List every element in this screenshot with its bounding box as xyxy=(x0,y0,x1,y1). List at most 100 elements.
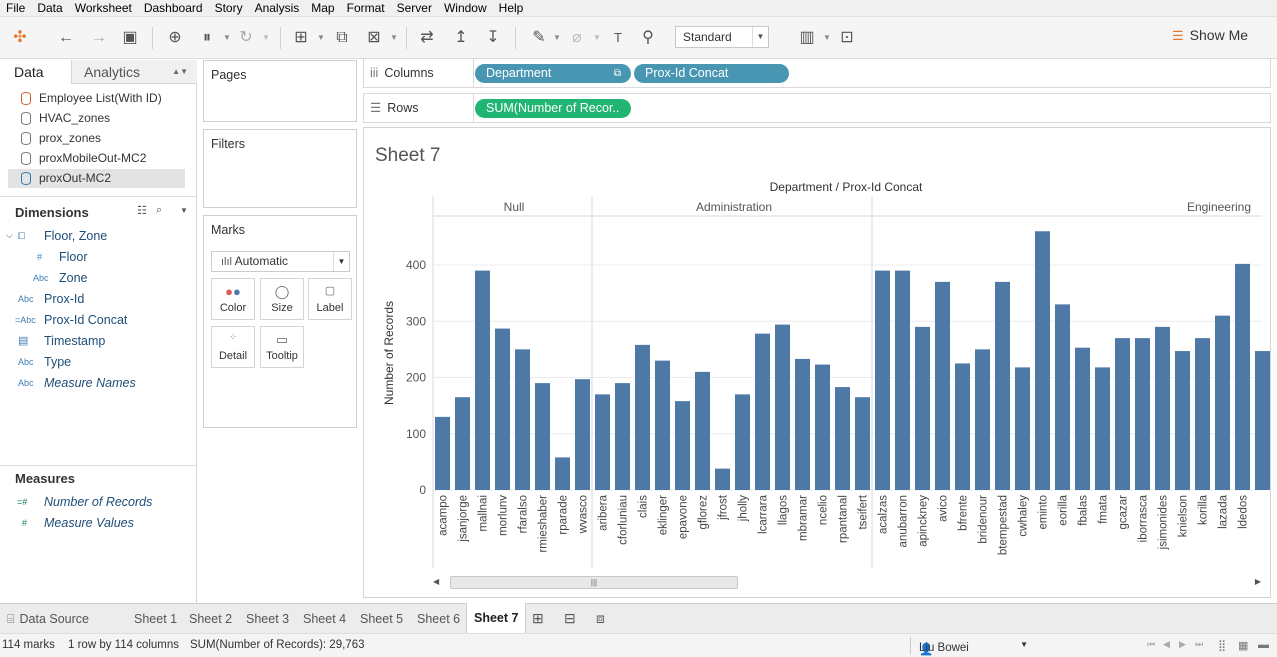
chevron-down-icon[interactable]: ▼ xyxy=(390,27,398,49)
new-worksheet-icon[interactable]: ⊞ xyxy=(290,27,312,49)
presentation-icon[interactable]: ⊡ xyxy=(836,27,858,49)
datasource-item[interactable]: HVAC_zones xyxy=(8,109,185,128)
menu-window[interactable]: Window xyxy=(438,1,493,15)
duplicate-sheet-icon[interactable]: ⧉ xyxy=(331,27,353,49)
size-button[interactable]: ◯ Size xyxy=(260,278,304,320)
grid-view-icon[interactable]: ⣿ xyxy=(1218,639,1226,652)
tab-analytics[interactable]: Analytics ▲▼ xyxy=(71,60,197,84)
new-dashboard-icon[interactable]: ⊟ xyxy=(564,610,576,627)
mark-type-select[interactable]: ılıl Automatic ▼ xyxy=(211,251,350,272)
tab-sheet-3[interactable]: Sheet 3 xyxy=(239,604,296,634)
last-page-icon[interactable]: ⏭ xyxy=(1195,639,1203,650)
tooltip-button[interactable]: ▭ Tooltip xyxy=(260,326,304,368)
menu-story[interactable]: Story xyxy=(209,1,249,15)
datasource-item-selected[interactable]: proxOut-MC2 xyxy=(8,169,185,188)
chevron-down-icon[interactable]: ▼ xyxy=(223,27,231,49)
menu-data[interactable]: Data xyxy=(31,1,68,15)
filters-card[interactable]: Filters xyxy=(203,129,357,208)
text-label-icon[interactable]: T xyxy=(607,27,629,49)
label-button[interactable]: ▢ Label xyxy=(308,278,352,320)
sort-ascending-icon[interactable]: ↥ xyxy=(450,27,472,49)
fit-select[interactable]: Standard ▼ xyxy=(675,26,769,48)
menu-dashboard[interactable]: Dashboard xyxy=(138,1,209,15)
chevron-down-icon[interactable]: ▼ xyxy=(262,27,270,49)
field-type[interactable]: Type xyxy=(44,352,71,372)
chevron-down-icon[interactable]: ▼ xyxy=(553,27,561,49)
refresh-icon[interactable]: ↻ xyxy=(235,27,257,49)
detail-button[interactable]: ⁘ Detail xyxy=(211,326,255,368)
next-page-icon[interactable]: ▶ xyxy=(1179,639,1186,650)
field-prox-id-concat[interactable]: Prox-Id Concat xyxy=(44,310,127,330)
chevron-down-icon[interactable]: ▼ xyxy=(317,27,325,49)
field-prox-id[interactable]: Prox-Id xyxy=(44,289,84,309)
user-menu[interactable]: 👤 Liu Bowei ▼ xyxy=(910,637,1038,656)
chevron-down-icon[interactable]: ▼ xyxy=(823,27,831,49)
undo-icon[interactable]: ← xyxy=(55,27,77,49)
tab-data-source[interactable]: ⌸ Data Source xyxy=(0,604,96,634)
scroll-left-icon[interactable]: ◀ xyxy=(433,577,439,586)
bar xyxy=(815,364,830,490)
field-floor[interactable]: Floor xyxy=(59,247,87,267)
show-me-button[interactable]: ☰ Show Me xyxy=(1172,27,1248,44)
pages-card[interactable]: Pages xyxy=(203,60,357,122)
tab-sheet-1[interactable]: Sheet 1 xyxy=(127,604,184,634)
menu-map[interactable]: Map xyxy=(305,1,340,15)
field-floor-zone[interactable]: Floor, Zone xyxy=(44,226,107,246)
menu-analysis[interactable]: Analysis xyxy=(249,1,306,15)
chevron-down-icon[interactable]: ▼ xyxy=(180,206,188,215)
bar xyxy=(1195,338,1210,490)
field-number-of-records[interactable]: Number of Records xyxy=(44,492,152,512)
tab-sheet-2[interactable]: Sheet 2 xyxy=(182,604,239,634)
department-pill[interactable]: Department ⧉ xyxy=(475,64,631,83)
prox-id-concat-pill[interactable]: Prox-Id Concat xyxy=(634,64,789,83)
tab-data[interactable]: Data xyxy=(0,60,71,84)
color-button[interactable]: ●● Color xyxy=(211,278,255,320)
menu-help[interactable]: Help xyxy=(493,1,530,15)
x-tick-label: tseifert xyxy=(858,494,870,529)
sort-descending-icon[interactable]: ↧ xyxy=(482,27,504,49)
chart-type-icon[interactable]: ▥ xyxy=(796,27,818,49)
field-zone[interactable]: Zone xyxy=(59,268,88,288)
datasource-item[interactable]: prox_zones xyxy=(8,129,185,148)
tab-view-icon[interactable]: ▬ xyxy=(1258,639,1269,651)
save-icon[interactable]: ▣ xyxy=(119,27,141,49)
field-timestamp[interactable]: Timestamp xyxy=(44,331,105,351)
field-measure-names[interactable]: Measure Names xyxy=(44,373,136,393)
scroll-right-icon[interactable]: ▶ xyxy=(1255,577,1261,586)
group-icon[interactable]: ⌀ xyxy=(566,27,588,49)
pause-updates-icon[interactable]: ⏸ xyxy=(196,27,218,49)
scrollbar-thumb[interactable]: ||| xyxy=(450,576,738,589)
menu-worksheet[interactable]: Worksheet xyxy=(69,1,138,15)
redo-icon[interactable]: → xyxy=(88,27,110,49)
first-page-icon[interactable]: ⏮ xyxy=(1147,639,1155,650)
datasource-item[interactable]: Employee List(With ID) xyxy=(8,89,185,108)
menu-file[interactable]: File xyxy=(0,1,31,15)
search-icon[interactable]: ⌕ xyxy=(156,204,162,217)
new-datasource-icon[interactable]: ⊕ xyxy=(164,27,186,49)
menu-format[interactable]: Format xyxy=(341,1,391,15)
tab-sheet-7[interactable]: Sheet 7 xyxy=(466,603,527,634)
filmstrip-view-icon[interactable]: ▦ xyxy=(1238,639,1248,652)
chevron-down-icon[interactable]: ▼ xyxy=(593,27,601,49)
sum-records-pill[interactable]: SUM(Number of Recor.. xyxy=(475,99,631,118)
highlight-icon[interactable]: ✎ xyxy=(528,27,550,49)
new-story-icon[interactable]: ⧈ xyxy=(596,610,605,627)
tab-sheet-6[interactable]: Sheet 6 xyxy=(410,604,467,634)
datasource-item[interactable]: proxMobileOut-MC2 xyxy=(8,149,185,168)
pin-icon[interactable]: ⚲ xyxy=(637,27,659,49)
clear-sheet-icon[interactable]: ⊠ xyxy=(363,27,385,49)
swap-icon[interactable]: ⇄ xyxy=(416,27,438,49)
menu-server[interactable]: Server xyxy=(391,1,438,15)
tableau-logo-icon[interactable]: ✣ xyxy=(9,27,31,49)
horizontal-scrollbar[interactable]: ◀ ||| ▶ xyxy=(433,575,1263,590)
field-measure-values[interactable]: Measure Values xyxy=(44,513,134,533)
x-tick-label: avico xyxy=(938,495,950,522)
rows-shelf[interactable]: ☰ Rows SUM(Number of Recor.. xyxy=(363,93,1271,123)
tab-sheet-5[interactable]: Sheet 5 xyxy=(353,604,410,634)
expand-icon[interactable]: ⌵ xyxy=(6,230,13,241)
new-worksheet-icon[interactable]: ⊞ xyxy=(532,610,544,627)
prev-page-icon[interactable]: ◀ xyxy=(1163,639,1170,650)
columns-shelf[interactable]: iii Columns Department ⧉ Prox-Id Concat xyxy=(363,58,1271,88)
list-view-icon[interactable]: ☷ xyxy=(137,204,147,217)
tab-sheet-4[interactable]: Sheet 4 xyxy=(296,604,353,634)
